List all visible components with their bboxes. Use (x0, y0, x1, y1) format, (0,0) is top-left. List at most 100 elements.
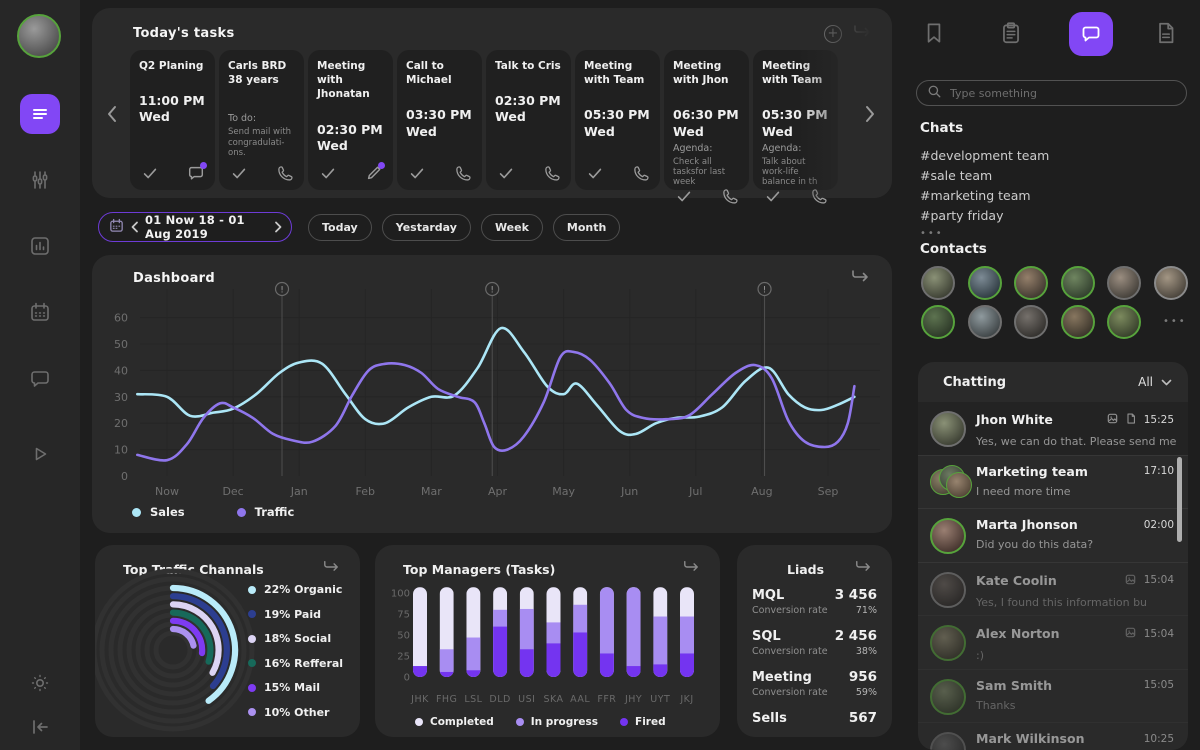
task-card[interactable]: Carls BRD 38 years To do: Send mail with… (219, 50, 304, 190)
tasks-prev-button[interactable] (106, 104, 126, 126)
check-icon[interactable] (586, 164, 604, 182)
date-range-picker[interactable]: 01 Now 18 - 01 Aug 2019 (98, 212, 292, 242)
message-row[interactable]: Marta Jhonson 02:00 Did y (918, 509, 1188, 563)
range-next-icon[interactable] (274, 218, 282, 237)
task-card[interactable]: Meeting with Jhon 06:30 PM Wed Agenda: C… (664, 50, 749, 190)
main-area: Today's tasks + Q2 Planing 11:00 PM Wed (80, 0, 905, 750)
calendar-icon[interactable] (28, 300, 52, 324)
open-tasks-arrow-icon[interactable] (852, 23, 872, 45)
traffic-channels-panel: Top Traffic Channals 22% Organic 19% Pai… (95, 545, 360, 737)
open-leads-arrow-icon[interactable] (854, 559, 872, 579)
clipboard-icon[interactable] (998, 19, 1028, 49)
phone-icon[interactable] (543, 164, 561, 182)
donut-legend: 22% Organic 19% Paid 18% Social 16% Reff… (248, 583, 343, 730)
phone-icon[interactable] (276, 164, 294, 182)
range-prev-icon[interactable] (131, 218, 139, 237)
contact-avatar[interactable] (1014, 305, 1048, 339)
phone-icon[interactable] (810, 187, 828, 205)
bar-FFR (600, 587, 614, 677)
message-row[interactable]: Kate Coolin 15:04 Yes, I (918, 563, 1188, 617)
contact-avatar[interactable] (1061, 305, 1095, 339)
sender-name: Marketing team (976, 464, 1088, 479)
contact-avatar[interactable] (1107, 266, 1141, 300)
range-button[interactable]: Week (481, 214, 543, 241)
range-button[interactable]: Month (553, 214, 620, 241)
task-card[interactable]: Meeting with Team 05:30 PM Wed (575, 50, 660, 190)
chat-filter-dropdown[interactable]: All (1138, 375, 1172, 389)
contact-avatar[interactable] (1154, 266, 1188, 300)
bookmark-icon[interactable] (921, 19, 951, 49)
check-icon[interactable] (408, 164, 426, 182)
sliders-icon[interactable] (28, 168, 52, 192)
play-icon[interactable] (28, 442, 52, 466)
chatting-panel: Chatting All Jhon White (918, 362, 1188, 750)
task-card[interactable]: Talk to Cris 02:30 PM Wed (486, 50, 571, 190)
check-icon[interactable] (141, 164, 159, 182)
legend-item: Traffic (237, 505, 295, 519)
chat-channel[interactable]: #sale team (920, 166, 1049, 186)
message-row[interactable]: Jhon White 15:25 Yes, we (918, 402, 1188, 456)
bar-legend: Completed In progress Fired (415, 716, 666, 728)
add-task-icon[interactable]: + (824, 25, 842, 43)
stats-icon[interactable] (28, 234, 52, 258)
pencil-icon[interactable] (365, 164, 383, 182)
check-icon[interactable] (497, 164, 515, 182)
contact-avatar[interactable] (1061, 266, 1095, 300)
chats-more[interactable]: ••• (920, 228, 944, 239)
image-attachment-icon (1124, 571, 1137, 590)
chats-list: #development team#sale team#marketing te… (920, 146, 1049, 226)
contact-avatar[interactable] (968, 266, 1002, 300)
right-sidebar: Chats #development team#sale team#market… (905, 0, 1200, 750)
svg-text:Sep: Sep (818, 485, 839, 498)
chat-bubble-icon[interactable] (187, 164, 205, 182)
collapse-icon[interactable] (28, 715, 52, 739)
bar-JKJ (680, 587, 694, 677)
message-row[interactable]: Alex Norton 15:04 :) (918, 616, 1188, 670)
phone-icon[interactable] (721, 187, 739, 205)
message-row[interactable]: Mark Wilkinson 10:25 (918, 723, 1188, 750)
chat-icon[interactable] (28, 367, 52, 391)
range-button[interactable]: Today (308, 214, 372, 241)
sidebar-item-tasks-active[interactable] (20, 94, 60, 134)
lead-rate: 38% (856, 646, 877, 657)
chart-marker: ! (758, 283, 771, 477)
svg-text:30: 30 (114, 391, 128, 404)
range-button[interactable]: Yestarday (382, 214, 471, 241)
chat-channel[interactable]: #party friday (920, 206, 1049, 226)
check-icon[interactable] (230, 164, 248, 182)
task-card[interactable]: Meeting with Team 05:30 PM Wed Agenda: T… (753, 50, 838, 190)
tasks-next-button[interactable] (864, 104, 884, 126)
task-card[interactable]: Meeting with Jhonatan 02:30 PM Wed (308, 50, 393, 190)
contact-avatar[interactable] (968, 305, 1002, 339)
svg-text:JHK: JHK (410, 694, 429, 705)
avatar (930, 411, 966, 447)
check-icon[interactable] (319, 164, 337, 182)
user-avatar[interactable] (17, 14, 61, 58)
phone-icon[interactable] (454, 164, 472, 182)
contact-avatar[interactable] (1014, 266, 1048, 300)
svg-text:75: 75 (397, 610, 410, 621)
chat-icon-active[interactable] (1069, 12, 1113, 56)
task-card[interactable]: Call to Michael 03:30 PM Wed (397, 50, 482, 190)
phone-icon[interactable] (632, 164, 650, 182)
contacts-more[interactable]: ••• (1163, 316, 1187, 327)
lead-label: Meeting (752, 670, 812, 685)
message-row[interactable]: Sam Smith 15:05 Thanks (918, 670, 1188, 724)
search-input[interactable] (950, 87, 1176, 100)
legend-item: 18% Social (248, 632, 343, 645)
message-row[interactable]: Marketing team 17:10 I ne (918, 456, 1188, 510)
task-title: Call to Michael (406, 59, 474, 87)
file-icon[interactable] (1153, 19, 1183, 49)
chat-channel[interactable]: #marketing team (920, 186, 1049, 206)
contact-avatar[interactable] (921, 266, 955, 300)
task-title: Meeting with Jhon (673, 59, 741, 87)
contact-avatar[interactable] (1107, 305, 1141, 339)
check-icon[interactable] (764, 187, 782, 205)
chat-scrollbar[interactable] (1177, 457, 1182, 542)
check-icon[interactable] (675, 187, 693, 205)
brightness-icon[interactable] (28, 671, 52, 695)
left-sidebar (0, 0, 80, 750)
task-card[interactable]: Q2 Planing 11:00 PM Wed (130, 50, 215, 190)
contact-avatar[interactable] (921, 305, 955, 339)
chat-channel[interactable]: #development team (920, 146, 1049, 166)
